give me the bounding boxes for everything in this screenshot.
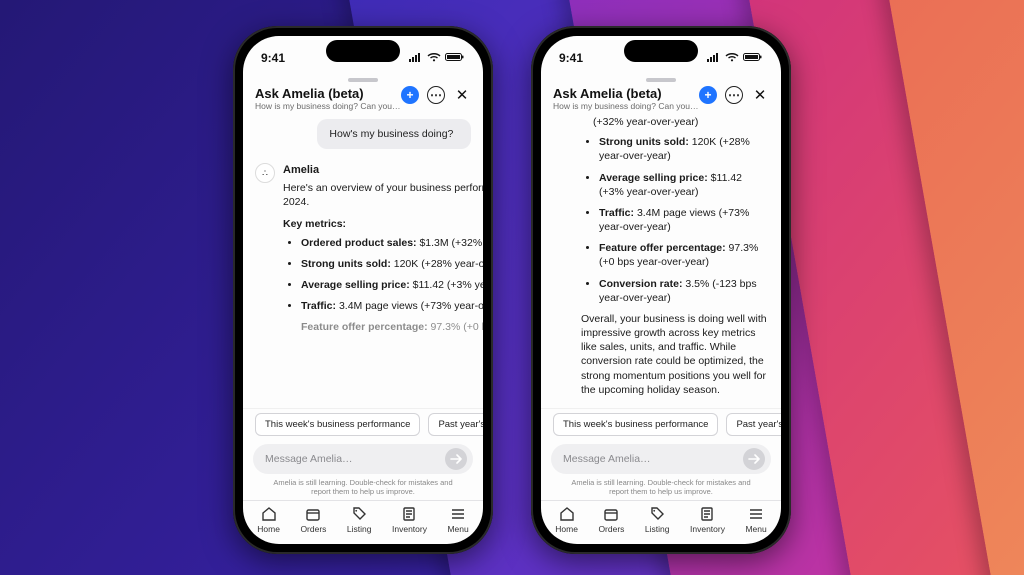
battery-icon — [743, 51, 763, 65]
close-button[interactable]: ✕ — [453, 86, 471, 104]
new-chat-button[interactable]: + — [699, 86, 717, 104]
metric-fragment: (+32% year-over-year) — [581, 115, 769, 129]
assistant-avatar-icon: ∴ — [255, 163, 275, 183]
signal-icon — [409, 51, 423, 65]
dynamic-island — [624, 40, 698, 62]
user-message: How's my business doing? — [317, 119, 471, 149]
assistant-name: Amelia — [283, 163, 483, 178]
home-icon — [559, 506, 575, 522]
assistant-summary: Overall, your business is doing well wit… — [581, 312, 769, 397]
inventory-icon — [699, 506, 715, 522]
tab-menu[interactable]: Menu — [745, 506, 766, 534]
more-button[interactable]: ⋯ — [427, 86, 445, 104]
metric-item: Strong units sold: 120K (+28% year-over-… — [599, 135, 769, 163]
dynamic-island — [326, 40, 400, 62]
metric-item: Strong units sold: 120K (+28% year-over-… — [301, 257, 483, 271]
listing-icon — [351, 506, 367, 522]
metric-item: Feature offer percentage: 97.3% (+0 bps … — [301, 320, 483, 334]
suggestion-chip[interactable]: This week's business performance — [255, 413, 420, 436]
clock: 9:41 — [559, 51, 583, 65]
send-button[interactable] — [743, 448, 765, 470]
key-metrics-heading: Key metrics: — [283, 217, 483, 231]
message-input[interactable]: Message Amelia… — [253, 444, 473, 474]
message-input-placeholder: Message Amelia… — [563, 453, 743, 465]
message-input-placeholder: Message Amelia… — [265, 453, 445, 465]
signal-icon — [707, 51, 721, 65]
phone-mock-1: 9:41 — [233, 26, 493, 554]
disclaimer-text: Amelia is still learning. Double-check f… — [541, 478, 781, 500]
metric-item: Feature offer percentage: 97.3% (+0 bps … — [599, 241, 769, 269]
send-button[interactable] — [445, 448, 467, 470]
assistant-intro: Here's an overview of your business perf… — [283, 181, 483, 209]
tab-inventory[interactable]: Inventory — [690, 506, 725, 534]
home-icon — [261, 506, 277, 522]
page-title: Ask Amelia (beta) — [553, 86, 699, 101]
assistant-message: ∴ Amelia Here's an overview of your busi… — [255, 163, 471, 341]
tab-orders[interactable]: Orders — [598, 506, 624, 534]
sheet-grabber[interactable] — [348, 78, 378, 82]
tab-bar: Home Orders Listing Inventory — [243, 500, 483, 544]
menu-icon — [450, 506, 466, 522]
battery-icon — [445, 51, 465, 65]
orders-icon — [603, 506, 619, 522]
tab-menu[interactable]: Menu — [447, 506, 468, 534]
suggestion-chip[interactable]: This week's business performance — [553, 413, 718, 436]
suggestion-chip[interactable]: Past year's bu — [428, 413, 483, 436]
wifi-icon — [725, 51, 739, 65]
tab-inventory[interactable]: Inventory — [392, 506, 427, 534]
page-subtitle: How is my business doing? Can you… — [553, 101, 699, 111]
more-button[interactable]: ⋯ — [725, 86, 743, 104]
clock: 9:41 — [261, 51, 285, 65]
metric-item: Ordered product sales: $1.3M (+32% year-… — [301, 236, 483, 250]
tab-listing[interactable]: Listing — [347, 506, 372, 534]
metric-item: Average selling price: $11.42 (+3% year-… — [301, 278, 483, 292]
message-input[interactable]: Message Amelia… — [551, 444, 771, 474]
tab-orders[interactable]: Orders — [300, 506, 326, 534]
metric-item: Traffic: 3.4M page views (+73% year-over… — [599, 206, 769, 234]
metric-item: Conversion rate: 3.5% (-123 bps year-ove… — [599, 277, 769, 305]
close-button[interactable]: ✕ — [751, 86, 769, 104]
page-subtitle: How is my business doing? Can you… — [255, 101, 401, 111]
tab-home[interactable]: Home — [257, 506, 280, 534]
inventory-icon — [401, 506, 417, 522]
metric-item: Average selling price: $11.42 (+3% year-… — [599, 171, 769, 199]
disclaimer-text: Amelia is still learning. Double-check f… — [243, 478, 483, 500]
wifi-icon — [427, 51, 441, 65]
sheet-grabber[interactable] — [646, 78, 676, 82]
tab-bar: Home Orders Listing Inventory — [541, 500, 781, 544]
listing-icon — [649, 506, 665, 522]
suggestion-chip[interactable]: Past year's bu — [726, 413, 781, 436]
tab-home[interactable]: Home — [555, 506, 578, 534]
phone-mock-2: 9:41 — [531, 26, 791, 554]
new-chat-button[interactable]: + — [401, 86, 419, 104]
metric-item: Traffic: 3.4M page views (+73% year-over… — [301, 299, 483, 313]
menu-icon — [748, 506, 764, 522]
tab-listing[interactable]: Listing — [645, 506, 670, 534]
orders-icon — [305, 506, 321, 522]
page-title: Ask Amelia (beta) — [255, 86, 401, 101]
